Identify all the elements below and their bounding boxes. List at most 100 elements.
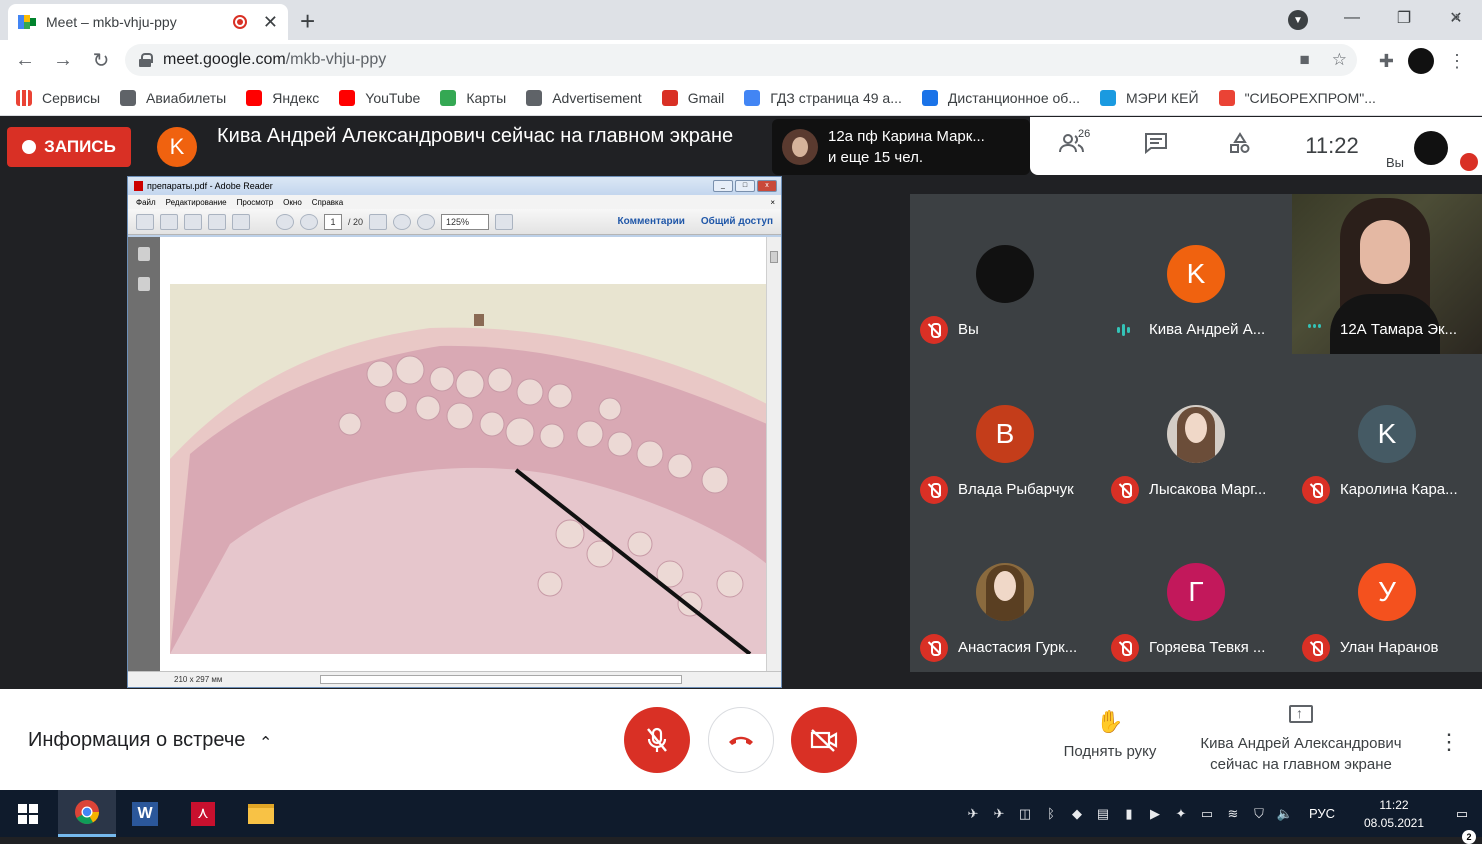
- extensions-icon[interactable]: ✚: [1379, 51, 1394, 72]
- participant-tile[interactable]: Вы: [910, 194, 1100, 352]
- bookmark-item[interactable]: Advertisement: [526, 89, 642, 106]
- bookmark-item[interactable]: Gmail: [661, 89, 724, 106]
- muted-mic-icon: [1111, 634, 1139, 662]
- taskbar-word[interactable]: W: [116, 790, 174, 837]
- activities-button[interactable]: [1198, 132, 1282, 160]
- profile-avatar[interactable]: [1408, 48, 1434, 74]
- raise-hand-button[interactable]: ✋ Поднять руку: [1040, 709, 1180, 760]
- muted-mic-icon: [1111, 476, 1139, 504]
- pdf-fit-icon: [495, 213, 514, 230]
- taskbar-acrobat[interactable]: ⋏: [174, 790, 232, 837]
- battery-icon[interactable]: ▭: [1194, 806, 1220, 822]
- windows-taskbar: W ⋏ ✈ ✈ ◫ ᛒ ◆ ▤ ▮ ▶ ✦ ▭ ≋ ⛉ 🔈 РУС 11:22 …: [0, 790, 1482, 844]
- participant-tile[interactable]: Анастасия Гурк...: [910, 512, 1100, 670]
- camera-toggle-button[interactable]: [791, 707, 857, 773]
- new-tab-button[interactable]: +: [300, 6, 315, 37]
- volume-icon[interactable]: 🔈: [1272, 806, 1298, 822]
- input-language[interactable]: РУС: [1298, 806, 1346, 821]
- shared-screen-pdf-window: препараты.pdf - Adobe Reader _ □ x Файл …: [127, 176, 782, 688]
- taskbar-explorer[interactable]: [232, 790, 290, 837]
- chat-button[interactable]: [1114, 132, 1198, 160]
- pdf-minimize-icon: _: [713, 180, 733, 192]
- other-participant-name: 12а пф Карина Марк...: [828, 128, 985, 145]
- participant-tile[interactable]: K Каролина Кара...: [1292, 354, 1482, 512]
- pdf-prev-page-icon: [276, 213, 294, 230]
- muted-mic-icon: [1302, 634, 1330, 662]
- meeting-info-button[interactable]: Информация о встрече ⌄: [28, 729, 273, 752]
- participant-name: Лысакова Марг...: [1149, 481, 1267, 498]
- camera-icon[interactable]: ■: [1299, 50, 1309, 70]
- close-tab-icon[interactable]: ✕: [263, 12, 278, 33]
- tray-app-icon[interactable]: ▤: [1090, 806, 1116, 822]
- chevron-up-icon: ⌄: [259, 731, 273, 749]
- people-button[interactable]: 26: [1030, 128, 1114, 160]
- bookmark-star-icon[interactable]: ☆: [1332, 50, 1347, 70]
- bookmark-item[interactable]: "СИБОРЕХПРОМ"...: [1218, 89, 1376, 106]
- address-bar[interactable]: meet.google.com/mkb-vhju-ppy ■ ☆: [125, 44, 1357, 76]
- pdf-save-icon: [184, 213, 202, 230]
- windows-start-icon[interactable]: [18, 804, 38, 824]
- other-participants-box[interactable]: 12а пф Карина Марк... и еще 15 чел.: [772, 119, 1030, 175]
- bookmark-label: МЭРИ КЕЙ: [1126, 89, 1199, 106]
- more-bookmarks-icon[interactable]: »: [1451, 8, 1460, 26]
- pdf-toolbar: 1 / 20 125% Комментарии Общий доступ: [128, 209, 781, 235]
- microphone-toggle-button[interactable]: [624, 707, 690, 773]
- reload-icon[interactable]: ↻: [82, 48, 120, 73]
- wifi-icon[interactable]: ≋: [1220, 806, 1246, 822]
- browser-menu-icon[interactable]: ⋮: [1448, 51, 1466, 72]
- leave-call-button[interactable]: [708, 707, 774, 773]
- taskbar-time: 11:22: [1379, 797, 1409, 812]
- tray-app-icon[interactable]: ✈: [986, 806, 1012, 822]
- participant-tile[interactable]: Лысакова Марг...: [1101, 354, 1291, 512]
- security-icon[interactable]: ⛉: [1246, 806, 1272, 822]
- speaking-indicator-icon: [1117, 324, 1130, 336]
- bluetooth-icon[interactable]: ᛒ: [1038, 806, 1064, 821]
- tray-app-icon[interactable]: ▶: [1142, 806, 1168, 822]
- tab-title: Meet – mkb-vhju-ppy: [46, 14, 177, 30]
- participant-name: Влада Рыбарчук: [958, 481, 1074, 498]
- notifications-button[interactable]: ▭ 2: [1442, 806, 1482, 844]
- bookmark-item[interactable]: Дистанционное об...: [921, 89, 1080, 106]
- participant-photo-avatar: [1167, 405, 1225, 463]
- forward-icon[interactable]: →: [44, 49, 82, 72]
- bookmark-label: Advertisement: [552, 89, 642, 106]
- tray-app-icon[interactable]: ◫: [1012, 806, 1038, 822]
- participant-tile[interactable]: B Влада Рыбарчук: [910, 354, 1100, 512]
- browser-tab[interactable]: Meet – mkb-vhju-ppy ✕: [8, 4, 288, 40]
- bookmark-favicon-icon: [526, 89, 543, 106]
- more-options-icon[interactable]: ⋮: [1438, 729, 1460, 755]
- pdf-share-link: Общий доступ: [700, 216, 773, 227]
- bookmark-label: YouTube: [365, 89, 421, 106]
- presentation-status-button[interactable]: Кива Андрей Александрович сейчас на глав…: [1190, 703, 1412, 775]
- pdf-status-bar: 210 x 297 мм: [128, 671, 781, 687]
- bookmark-item[interactable]: Авиабилеты: [120, 89, 226, 106]
- bookmark-favicon-icon: [16, 89, 32, 106]
- restore-icon[interactable]: ❐: [1378, 8, 1430, 28]
- bookmark-item[interactable]: Сервисы: [16, 89, 100, 106]
- participant-tile[interactable]: Г Горяева Тевкя ...: [1101, 512, 1291, 670]
- bookmark-item[interactable]: ГДЗ страница 49 а...: [744, 89, 902, 106]
- bookmark-item[interactable]: Карты: [440, 89, 506, 106]
- taskbar-clock[interactable]: 11:22 08.05.2021: [1346, 796, 1442, 832]
- taskbar-chrome[interactable]: [58, 790, 116, 837]
- microphone-tray-icon[interactable]: ▮: [1116, 806, 1142, 822]
- participant-tile[interactable]: K Кива Андрей А...: [1101, 194, 1291, 352]
- back-icon[interactable]: ←: [6, 49, 44, 72]
- tray-app-icon[interactable]: ✦: [1168, 806, 1194, 822]
- pdf-zoom-in-icon: [417, 213, 436, 230]
- bookmark-item[interactable]: YouTube: [339, 89, 421, 106]
- self-muted-icon: [1460, 153, 1478, 171]
- bookmark-item[interactable]: МЭРИ КЕЙ: [1100, 89, 1199, 106]
- participant-video-tile[interactable]: 12А Тамара Эк...: [1292, 194, 1482, 354]
- recording-badge[interactable]: ЗАПИСЬ: [7, 127, 131, 167]
- minimize-icon[interactable]: —: [1326, 9, 1378, 27]
- recording-label: ЗАПИСЬ: [44, 137, 116, 156]
- tray-app-icon[interactable]: ◆: [1064, 806, 1090, 822]
- participant-tile[interactable]: У Улан Наранов: [1292, 512, 1482, 670]
- self-preview[interactable]: Вы: [1386, 131, 1482, 175]
- tray-app-icon[interactable]: ✈: [960, 806, 986, 822]
- tab-search-icon[interactable]: ▼: [1288, 10, 1308, 30]
- pdf-menu-item: Файл: [136, 197, 156, 207]
- pdf-menu-item: Редактирование: [165, 197, 227, 207]
- bookmark-item[interactable]: Яндекс: [246, 89, 319, 106]
